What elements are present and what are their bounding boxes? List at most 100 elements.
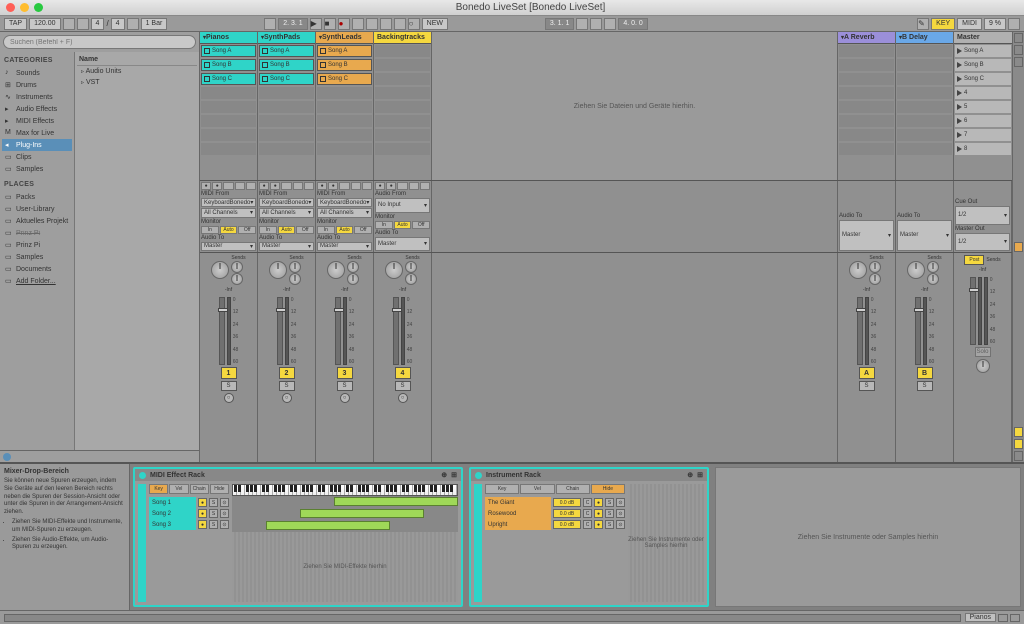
quantize-menu[interactable]: 1 Bar [141, 18, 168, 30]
loop-button[interactable] [590, 18, 602, 30]
chain-activator[interactable]: ● [594, 498, 603, 507]
empty-clip-slot[interactable] [201, 87, 256, 99]
midi-capture[interactable]: NEW [422, 18, 448, 30]
clip-slot[interactable]: Song C [259, 73, 314, 85]
device-activator[interactable] [475, 472, 482, 479]
scene-slot[interactable]: 6 [955, 115, 1011, 127]
map-mode-icon[interactable]: ⊕ [687, 471, 693, 479]
track-header[interactable]: ▾ B Delay [896, 32, 953, 44]
solo-button[interactable]: S [395, 381, 411, 391]
metronome-button[interactable] [127, 18, 139, 30]
key-zone-bar[interactable] [334, 497, 458, 506]
overdub-button[interactable] [352, 18, 364, 30]
output-select[interactable]: Master▾ [897, 220, 952, 252]
empty-clip-slot[interactable] [897, 87, 952, 99]
place-item[interactable]: ▭User-Library [2, 203, 72, 215]
scene-play-icon[interactable] [957, 104, 962, 110]
capture-button[interactable] [394, 18, 406, 30]
empty-clip-slot[interactable] [317, 129, 372, 141]
place-item[interactable]: ▭Samples [2, 251, 72, 263]
send-knob[interactable] [347, 261, 359, 273]
track-header[interactable]: Backingtracks [374, 32, 431, 44]
device-drop-area[interactable]: Ziehen Sie Instrumente oder Samples hier… [715, 467, 1021, 607]
record-button[interactable]: ● [338, 18, 350, 30]
master-fader[interactable] [970, 277, 976, 345]
monitor-auto[interactable]: Auto [394, 221, 412, 229]
io-indicator[interactable]: ● [386, 182, 396, 190]
input-type-select[interactable]: No Input▾ [375, 198, 430, 213]
chain-hot-swap[interactable]: ⊙ [616, 509, 625, 518]
chain-solo[interactable]: S [605, 498, 614, 507]
master-out-select[interactable]: 1/2▾ [955, 233, 1010, 251]
clip-slot[interactable]: Song C [201, 73, 256, 85]
output-select[interactable]: Master▾ [259, 242, 314, 251]
solo-button[interactable]: S [221, 381, 237, 391]
category-instruments[interactable]: ∿Instruments [2, 91, 72, 103]
nudge-down-button[interactable] [63, 18, 75, 30]
io-section-toggle[interactable] [1014, 33, 1023, 43]
key-zone-bar[interactable] [300, 509, 424, 518]
pan-knob[interactable] [849, 261, 867, 279]
scene-slot[interactable]: Song B [955, 59, 1011, 71]
hide-button[interactable]: Hide [210, 484, 229, 494]
scene-play-icon[interactable] [957, 90, 962, 96]
play-button[interactable]: ▶ [310, 18, 322, 30]
empty-clip-slot[interactable] [839, 45, 894, 57]
track-activator[interactable]: 2 [279, 367, 295, 379]
cue-volume-knob[interactable] [976, 359, 990, 373]
io-indicator[interactable] [339, 182, 349, 190]
chain-name[interactable]: Song 1 [149, 497, 196, 508]
io-indicator[interactable]: ● [328, 182, 338, 190]
empty-clip-slot[interactable] [375, 115, 430, 127]
chain-solo[interactable]: S [605, 509, 614, 518]
chain-row[interactable]: Song 3●S⊙ [149, 519, 229, 530]
input-type-select[interactable]: KeyboardBonedo▾ [201, 198, 256, 207]
empty-clip-slot[interactable] [897, 115, 952, 127]
clip-play-icon[interactable] [320, 48, 326, 54]
io-indicator[interactable]: ● [317, 182, 327, 190]
volume-fader[interactable] [393, 297, 399, 365]
pan-knob[interactable] [327, 261, 345, 279]
empty-clip-slot[interactable] [897, 73, 952, 85]
io-indicator[interactable] [420, 182, 430, 190]
track-header[interactable]: ▾ Pianos [200, 32, 257, 44]
minimize-icon[interactable] [20, 3, 29, 12]
session-record-button[interactable]: ○ [408, 18, 420, 30]
io-indicator[interactable] [246, 182, 256, 190]
selected-track-label[interactable]: Pianos [965, 613, 996, 622]
chain-name[interactable]: Song 3 [149, 519, 196, 530]
clip-slot[interactable]: Song C [317, 73, 372, 85]
chain-button[interactable]: Chain [556, 484, 590, 494]
place-item[interactable]: ▭Packs [2, 191, 72, 203]
volume-fader[interactable] [219, 297, 225, 365]
post-button[interactable]: Post [964, 255, 984, 265]
monitor-in[interactable]: In [201, 226, 219, 234]
io-indicator[interactable] [304, 182, 314, 190]
close-icon[interactable] [6, 3, 15, 12]
io-indicator[interactable] [351, 182, 361, 190]
output-select[interactable]: Master▾ [317, 242, 372, 251]
browser-item[interactable]: ▹ VST [77, 77, 197, 88]
device-nav-button[interactable] [998, 614, 1008, 622]
rand-icon[interactable]: ⊞ [697, 471, 703, 479]
scene-play-icon[interactable] [957, 76, 962, 82]
key-zone-button[interactable]: Key [149, 484, 168, 494]
empty-clip-slot[interactable] [375, 129, 430, 141]
clip-slot[interactable]: Song B [259, 59, 314, 71]
io-indicator[interactable] [293, 182, 303, 190]
empty-clip-slot[interactable] [201, 143, 256, 155]
key-zone-bar[interactable] [266, 521, 390, 530]
category-plug-ins[interactable]: ◂Plug-Ins [2, 139, 72, 151]
crossfader-toggle[interactable] [1014, 427, 1023, 437]
chain-row[interactable]: The Giant0.0 dBC●S⊙ [485, 497, 625, 508]
track-activator[interactable]: 3 [337, 367, 353, 379]
clip-play-icon[interactable] [204, 76, 210, 82]
solo-button[interactable]: S [859, 381, 875, 391]
category-audio-effects[interactable]: ▸Audio Effects [2, 103, 72, 115]
track-activator[interactable]: A [859, 367, 875, 379]
tempo-field[interactable]: 120.00 [29, 18, 60, 30]
chain-hot-swap[interactable]: ⊙ [220, 520, 229, 529]
cue-out-select[interactable]: 1/2▾ [955, 206, 1010, 224]
rack-handle[interactable] [474, 484, 482, 602]
io-indicator[interactable] [281, 182, 291, 190]
